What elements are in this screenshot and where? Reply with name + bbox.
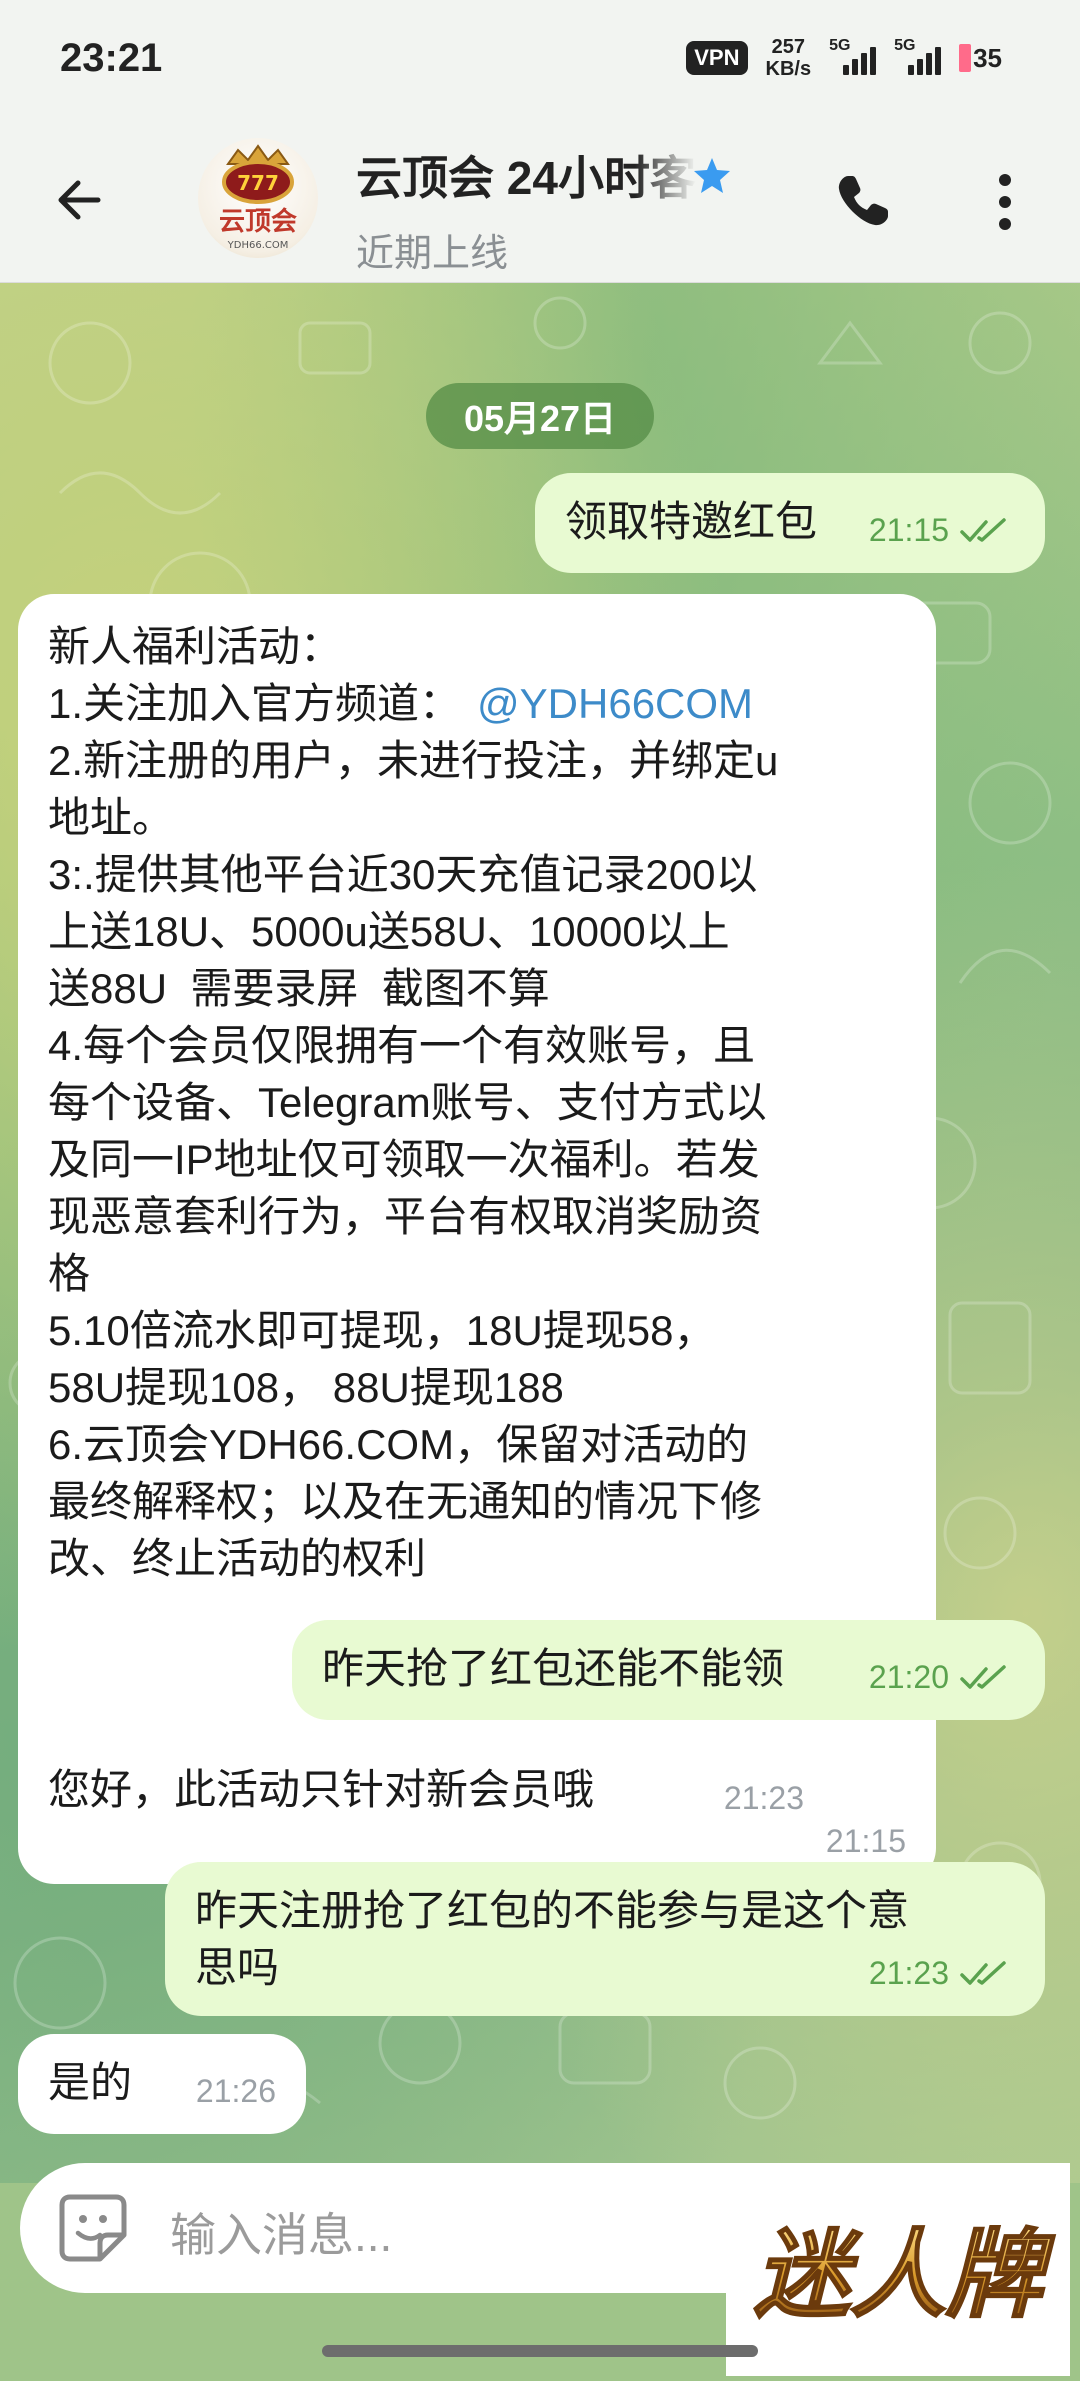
read-receipt-icon bbox=[960, 1664, 1006, 1689]
message-line: 昨天注册抢了红包的不能参与是这个意 bbox=[195, 1887, 910, 1934]
message-line: 6.云顶会YDH66.COM，保留对活动的 bbox=[48, 1421, 749, 1468]
message-time: 21:23 bbox=[868, 1955, 949, 1991]
message-line: 新人福利活动： bbox=[48, 623, 343, 670]
message-line: 5.10倍流水即可提现，18U提现58， bbox=[48, 1307, 716, 1354]
status-bar: 23:21 VPN 257 KB/s 5G 5G 35 bbox=[0, 0, 1080, 120]
date-divider: 05月27日 bbox=[426, 383, 654, 449]
avatar-logo-icon: 777 云顶会 YDH66.COM bbox=[219, 144, 297, 251]
sticker-emoji-icon[interactable] bbox=[56, 2191, 130, 2265]
message-meta: 21:15 bbox=[869, 502, 1015, 559]
back-arrow-icon[interactable] bbox=[50, 170, 110, 230]
battery-indicator: 35 bbox=[959, 43, 1002, 74]
chat-title-block[interactable]: 云顶会 24小时客服 近期上线 bbox=[356, 142, 776, 277]
watermark-logo: 迷人牌 bbox=[726, 2163, 1070, 2376]
avatar[interactable]: 777 云顶会 YDH66.COM bbox=[198, 138, 318, 258]
message-line: 每个设备、Telegram账号、支付方式以 bbox=[48, 1079, 767, 1126]
message-line: 格 bbox=[48, 1250, 91, 1297]
signal-5g-icon: 5G bbox=[829, 37, 877, 75]
message-line: 改、终止活动的权利 bbox=[48, 1535, 427, 1582]
message-time: 21:26 bbox=[195, 2073, 276, 2109]
incoming-message[interactable]: 您好，此活动只针对新会员哦 21:23 bbox=[18, 1741, 834, 1841]
chat-header: 777 云顶会 YDH66.COM 云顶会 24小时客服 近期上线 bbox=[0, 120, 1080, 283]
more-options-icon[interactable] bbox=[985, 168, 1025, 236]
vpn-badge: VPN bbox=[686, 41, 748, 75]
message-line-text: 1.关注加入官方频道： bbox=[48, 680, 462, 727]
signal-5g-secondary-icon: 5G bbox=[894, 37, 942, 75]
message-line: 58U提现108， 88U提现188 bbox=[48, 1364, 564, 1411]
channel-mention-link[interactable]: @YDH66COM bbox=[477, 680, 753, 727]
outgoing-message[interactable]: 领取特邀红包 21:15 bbox=[535, 473, 1045, 573]
network-speed: 257 KB/s bbox=[766, 36, 812, 80]
message-meta: 21:23 bbox=[724, 1770, 804, 1827]
message-meta: 21:20 bbox=[869, 1649, 1015, 1706]
message-line: 3:.提供其他平台近30天充值记录200以 bbox=[48, 851, 758, 898]
outgoing-message[interactable]: 昨天注册抢了红包的不能参与是这个意 思吗 21:23 bbox=[165, 1862, 1045, 2016]
avatar-text: 云顶会 bbox=[219, 207, 297, 237]
battery-icon bbox=[959, 44, 972, 72]
message-line: 及同一IP地址仅可领取一次福利。若发 bbox=[48, 1136, 760, 1183]
chat-area[interactable]: 05月27日 领取特邀红包 21:15 新人福利活动： 1.关注加入官方频道： @… bbox=[0, 283, 1080, 2183]
message-meta: 21:23 bbox=[869, 1945, 1015, 2002]
message-line: 4.每个会员仅限拥有一个有效账号，且 bbox=[48, 1022, 756, 1069]
battery-level: 35 bbox=[973, 42, 1002, 73]
incoming-message[interactable]: 是的 21:26 bbox=[18, 2034, 306, 2134]
message-meta: 21:26 bbox=[196, 2063, 276, 2120]
message-line: 送88U 需要录屏 截图不算 bbox=[48, 965, 550, 1012]
message-input-placeholder: 输入消息... bbox=[170, 2209, 393, 2261]
read-receipt-icon bbox=[960, 517, 1006, 542]
signal-label: 5G bbox=[829, 37, 851, 54]
watermark-logo-icon: 迷人牌 bbox=[753, 2218, 1056, 2332]
outgoing-message[interactable]: 昨天抢了红包还能不能领 21:20 bbox=[292, 1620, 1045, 1720]
chat-title: 云顶会 24小时客服 bbox=[356, 152, 696, 204]
message-time: 21:20 bbox=[868, 1659, 949, 1695]
message-line: 现恶意套利行为，平台有权取消奖励资 bbox=[48, 1193, 763, 1240]
watermark-text: 迷人牌 bbox=[754, 2219, 1055, 2331]
network-speed-value: 257 bbox=[771, 36, 805, 58]
avatar-badge-text: 777 bbox=[237, 171, 279, 195]
avatar-url-text: YDH66.COM bbox=[227, 240, 289, 251]
message-line: 最终解释权；以及在无通知的情况下修 bbox=[48, 1478, 763, 1525]
status-icons: VPN 257 KB/s 5G 5G 35 bbox=[686, 36, 1002, 80]
status-time: 23:21 bbox=[60, 36, 163, 80]
message-time: 21:15 bbox=[868, 512, 949, 548]
network-speed-unit: KB/s bbox=[765, 58, 812, 80]
message-line: 2.新注册的用户，未进行投注，并绑定u bbox=[48, 737, 779, 784]
message-line: 1.关注加入官方频道： @YDH66COM bbox=[48, 675, 906, 732]
message-text: 您好，此活动只针对新会员哦 bbox=[48, 1766, 595, 1813]
read-receipt-icon bbox=[960, 1960, 1006, 1985]
premium-star-icon bbox=[694, 158, 730, 193]
message-line: 地址。 bbox=[48, 794, 175, 841]
home-indicator[interactable] bbox=[322, 2345, 758, 2357]
phone-icon[interactable] bbox=[830, 170, 894, 234]
last-seen-status: 近期上线 bbox=[356, 233, 509, 275]
message-line: 上送18U、5000u送58U、10000以上 bbox=[48, 908, 730, 955]
signal-label-secondary: 5G bbox=[894, 37, 916, 54]
message-time: 21:23 bbox=[723, 1780, 804, 1816]
